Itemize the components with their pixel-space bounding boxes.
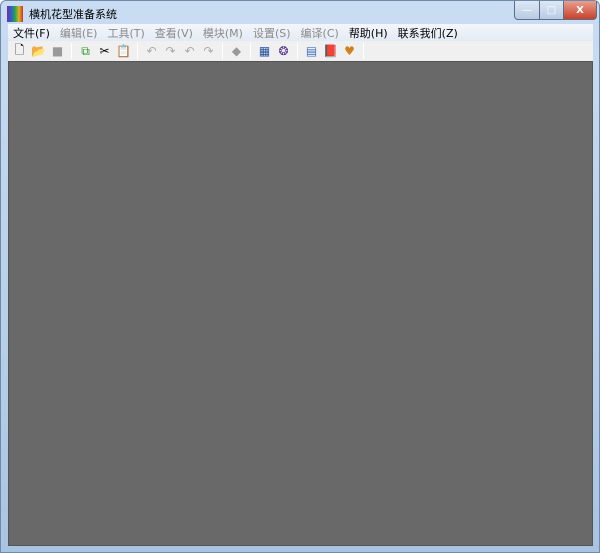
app-icon bbox=[7, 6, 23, 22]
undo-opt-icon[interactable]: ↶ bbox=[181, 43, 198, 60]
toolbar-separator bbox=[137, 43, 138, 59]
redo-opt-icon[interactable]: ↷ bbox=[200, 43, 217, 60]
save-icon[interactable]: ■ bbox=[49, 43, 66, 60]
menu-settings[interactable]: 设置(S) bbox=[248, 25, 296, 41]
menu-bar: 文件(F) 编辑(E) 工具(T) 查看(V) 模块(M) 设置(S) 编译(C… bbox=[8, 24, 593, 41]
menu-edit[interactable]: 编辑(E) bbox=[55, 25, 103, 41]
help-book-icon[interactable]: 📕 bbox=[322, 43, 339, 60]
toolbar-separator bbox=[297, 43, 298, 59]
tool-icon[interactable]: ◆ bbox=[228, 43, 245, 60]
maximize-button[interactable]: □ bbox=[539, 1, 564, 20]
minimize-button[interactable]: — bbox=[514, 1, 540, 20]
toolbar-separator bbox=[250, 43, 251, 59]
app-window: 横机花型准备系统 — □ X 文件(F) 编辑(E) 工具(T) 查看(V) 模… bbox=[0, 0, 600, 553]
toolbar: 🗋 📂 ■ ⧉ ✂ 📋 ↶ ↷ ↶ ↷ ◆ ▦ ❂ ▤ 📕 ♥ bbox=[8, 41, 593, 61]
window-title: 横机花型准备系统 bbox=[29, 8, 117, 21]
contact-icon[interactable]: ♥ bbox=[341, 43, 358, 60]
title-bar: 横机花型准备系统 bbox=[7, 4, 117, 24]
redo-icon[interactable]: ↷ bbox=[162, 43, 179, 60]
new-file-icon[interactable]: 🗋 bbox=[11, 43, 28, 60]
paste-icon[interactable]: 📋 bbox=[115, 43, 132, 60]
toolbar-separator bbox=[71, 43, 72, 59]
module-icon[interactable]: ❂ bbox=[275, 43, 292, 60]
menu-module[interactable]: 模块(M) bbox=[198, 25, 248, 41]
pattern-icon[interactable]: ▦ bbox=[256, 43, 273, 60]
workspace-area bbox=[8, 61, 593, 546]
menu-file[interactable]: 文件(F) bbox=[8, 25, 55, 41]
menu-tools[interactable]: 工具(T) bbox=[102, 25, 149, 41]
calculator-icon[interactable]: ▤ bbox=[303, 43, 320, 60]
close-button[interactable]: X bbox=[563, 1, 597, 20]
menu-contact[interactable]: 联系我们(Z) bbox=[393, 25, 463, 41]
open-folder-icon[interactable]: 📂 bbox=[30, 43, 47, 60]
toolbar-separator bbox=[222, 43, 223, 59]
copy-icon[interactable]: ⧉ bbox=[77, 43, 94, 60]
menu-help[interactable]: 帮助(H) bbox=[344, 25, 393, 41]
undo-icon[interactable]: ↶ bbox=[143, 43, 160, 60]
cut-icon[interactable]: ✂ bbox=[96, 43, 113, 60]
menu-view[interactable]: 查看(V) bbox=[150, 25, 198, 41]
menu-compile[interactable]: 编译(C) bbox=[296, 25, 344, 41]
toolbar-separator bbox=[363, 43, 364, 59]
